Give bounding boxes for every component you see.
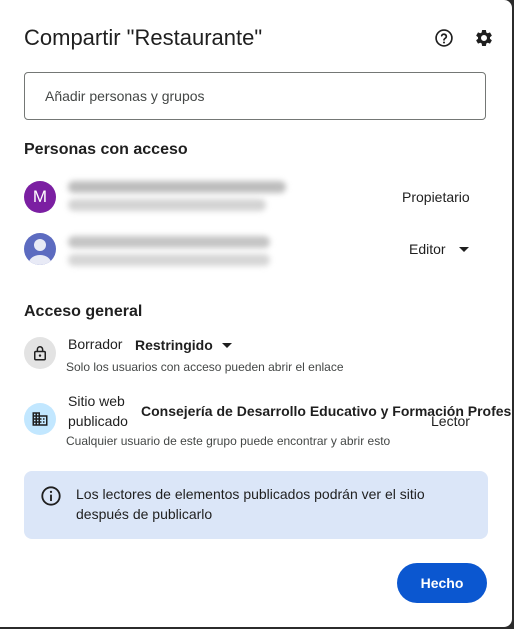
draft-access-value: Restringido: [135, 337, 213, 353]
published-role: Lector: [431, 413, 470, 429]
draft-description: Solo los usuarios con acceso pueden abri…: [66, 360, 344, 374]
chevron-down-icon: [222, 343, 232, 348]
chevron-down-icon: [459, 247, 469, 252]
done-button[interactable]: Hecho: [397, 563, 487, 603]
share-dialog: Compartir "Restaurante" Personas con acc…: [0, 0, 512, 627]
info-icon: [40, 485, 62, 512]
editor-role-label: Editor: [409, 241, 446, 257]
people-section-heading: Personas con acceso: [24, 141, 188, 158]
lock-icon: [24, 337, 56, 369]
building-icon: [24, 403, 56, 435]
owner-role: Propietario: [402, 189, 470, 205]
published-label-line1: Sitio web: [68, 393, 125, 409]
info-banner-text: Los lectores de elementos publicados pod…: [76, 486, 425, 522]
info-banner: Los lectores de elementos publicados pod…: [24, 471, 488, 539]
published-label-line2: publicado: [68, 413, 128, 429]
dialog-title: Compartir "Restaurante": [24, 25, 263, 50]
draft-label: Borrador: [68, 336, 123, 352]
add-people-input[interactable]: [24, 72, 486, 120]
avatar: M: [24, 181, 56, 213]
settings-icon[interactable]: [473, 27, 495, 49]
help-icon[interactable]: [433, 27, 455, 49]
person-icon: [24, 233, 56, 265]
general-access-heading: Acceso general: [24, 303, 143, 320]
published-description: Cualquier usuario de este grupo puede en…: [66, 434, 391, 448]
